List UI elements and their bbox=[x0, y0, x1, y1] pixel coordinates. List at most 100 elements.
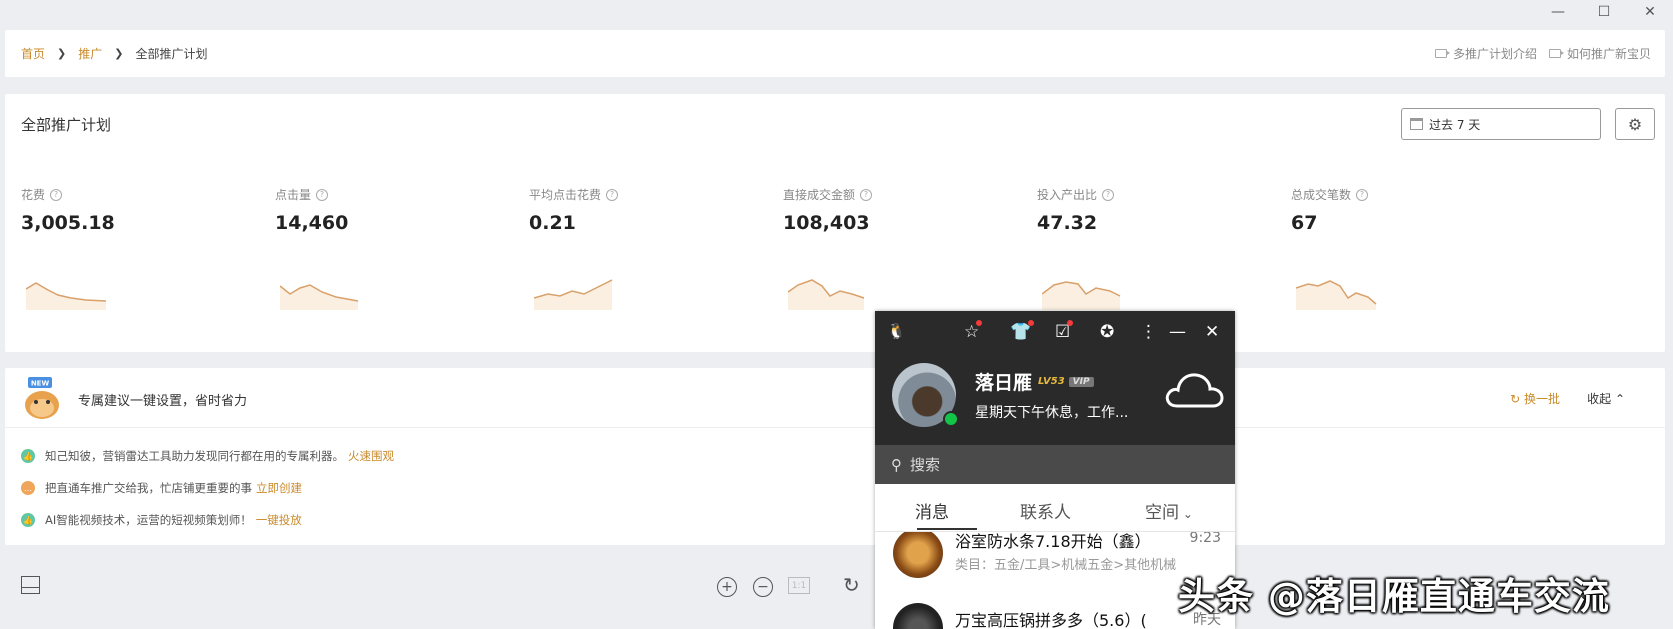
metric-spend: 花费? 3,005.18 bbox=[21, 186, 281, 234]
calendar-icon bbox=[1410, 118, 1423, 130]
maximize-icon[interactable]: ☐ bbox=[1581, 0, 1627, 24]
zoom-out-icon[interactable]: − bbox=[753, 577, 773, 597]
refresh-label: 换一批 bbox=[1523, 392, 1560, 406]
breadcrumb-current: 全部推广计划 bbox=[135, 47, 208, 61]
vip-badge: VIP bbox=[1068, 376, 1094, 387]
star-icon[interactable]: ☆ bbox=[964, 320, 983, 342]
suggestion-panel: NEW 专属建议一键设置，省时省力 ↻ 换一批 收起 ⌃ 👍 知己知彼，营销雷达… bbox=[5, 368, 1665, 545]
sparkline-spend bbox=[26, 282, 107, 310]
metric-avg-cpc: 平均点击花费? 0.21 bbox=[529, 186, 789, 234]
metric-value: 67 bbox=[1291, 212, 1318, 234]
metric-label: 总成交笔数 bbox=[1291, 188, 1352, 202]
avatar bbox=[893, 532, 943, 578]
help-icon[interactable]: ? bbox=[860, 188, 873, 201]
conversation-title: 万宝高压锅拼多多（5.6）( bbox=[955, 611, 1147, 629]
avatar bbox=[893, 603, 943, 629]
search-icon: ⚲ bbox=[891, 455, 902, 474]
metric-direct-gmv: 直接成交金额? 108,403 bbox=[783, 186, 1043, 234]
checklist-icon[interactable]: ☑ bbox=[1055, 320, 1074, 342]
suggestion-text: 知己知彼，营销雷达工具助力发现同行都在用的专属利器。 bbox=[45, 449, 344, 463]
minimize-icon[interactable]: — bbox=[1535, 0, 1581, 24]
metric-value: 3,005.18 bbox=[21, 212, 115, 234]
search-placeholder: 搜索 bbox=[910, 456, 941, 474]
suggestion-title: 专属建议一键设置，省时省力 bbox=[78, 394, 248, 409]
qq-tabs: 消息 联系人 空间 ⌄ bbox=[875, 484, 1235, 532]
svg-text:NEW: NEW bbox=[31, 380, 50, 388]
metric-label: 投入产出比 bbox=[1037, 188, 1098, 202]
watermark: 头条 @落日雁直通车交流 bbox=[1178, 575, 1610, 618]
suggestion-action-link[interactable]: 立即创建 bbox=[256, 480, 302, 496]
rotate-icon[interactable]: ↻ bbox=[843, 573, 860, 597]
help-link-new-item[interactable]: 如何推广新宝贝 bbox=[1548, 45, 1651, 62]
minimize-icon[interactable]: — bbox=[1169, 322, 1186, 342]
thumb-up-icon: 👍 bbox=[21, 449, 35, 463]
chevron-right-icon: ❯ bbox=[114, 47, 124, 60]
breadcrumb-bar: 首页 ❯ 推广 ❯ 全部推广计划 多推广计划介绍 如何推广新宝贝 bbox=[5, 30, 1665, 77]
metric-orders: 总成交笔数? 67 bbox=[1291, 186, 1551, 234]
refresh-button[interactable]: ↻ 换一批 bbox=[1510, 390, 1560, 407]
tab-space[interactable]: 空间 ⌄ bbox=[1145, 498, 1193, 523]
settings-button[interactable]: ⚙ bbox=[1615, 108, 1655, 140]
metric-value: 0.21 bbox=[529, 212, 576, 234]
date-range-value: 过去 7 天 bbox=[1429, 117, 1481, 132]
tab-messages[interactable]: 消息 bbox=[915, 498, 949, 523]
help-icon[interactable]: ? bbox=[316, 188, 329, 201]
close-icon[interactable]: ✕ bbox=[1205, 322, 1219, 342]
help-icon[interactable]: ? bbox=[606, 188, 619, 201]
conversation-time: 9:23 bbox=[1189, 532, 1221, 546]
sparkline-direct-gmv bbox=[788, 279, 865, 310]
zoom-in-icon[interactable]: + bbox=[717, 577, 737, 597]
sparkline-roi bbox=[1042, 281, 1121, 310]
cloud-icon[interactable] bbox=[1163, 368, 1225, 410]
qq-penguin-icon: 🐧 bbox=[887, 322, 906, 340]
layout-icon[interactable] bbox=[21, 576, 40, 594]
shirt-icon[interactable]: 👕 bbox=[1010, 320, 1035, 342]
date-range-picker[interactable]: 过去 7 天 bbox=[1401, 108, 1601, 140]
gear-icon: ⚙ bbox=[1627, 114, 1643, 134]
qq-search-bar[interactable]: ⚲ 搜索 bbox=[875, 445, 1235, 484]
help-icon[interactable]: ? bbox=[1356, 188, 1369, 201]
sparkline-orders bbox=[1296, 280, 1377, 310]
suggestion-item: … 把直通车推广交给我，忙店铺更重要的事 立即创建 bbox=[21, 480, 302, 496]
suggestion-action-link[interactable]: 一键投放 bbox=[256, 512, 302, 528]
metric-value: 108,403 bbox=[783, 212, 870, 234]
metric-label: 花费 bbox=[21, 188, 46, 202]
metric-value: 47.32 bbox=[1037, 212, 1098, 234]
collapse-button[interactable]: 收起 ⌃ bbox=[1587, 390, 1625, 407]
close-icon[interactable]: ✕ bbox=[1627, 0, 1673, 24]
actual-size-button[interactable]: 1:1 bbox=[788, 577, 810, 594]
thumb-up-icon: 👍 bbox=[21, 513, 35, 527]
chevron-right-icon: ❯ bbox=[57, 47, 67, 60]
help-link-multi-plan[interactable]: 多推广计划介绍 bbox=[1434, 45, 1537, 62]
suggestion-text: 把直通车推广交给我，忙店铺更重要的事 bbox=[45, 481, 252, 495]
help-icon[interactable]: ? bbox=[50, 188, 63, 201]
metric-clicks: 点击量? 14,460 bbox=[275, 186, 535, 234]
metric-label: 平均点击花费 bbox=[529, 188, 602, 202]
help-link-label: 如何推广新宝贝 bbox=[1566, 47, 1651, 61]
qq-signature[interactable]: 星期天下午休息，工作... bbox=[975, 402, 1128, 422]
online-status-icon bbox=[943, 411, 959, 427]
level-badge: LV53 bbox=[1038, 376, 1065, 387]
metric-value: 14,460 bbox=[275, 212, 349, 234]
help-link-label: 多推广计划介绍 bbox=[1452, 47, 1537, 61]
video-icon bbox=[1548, 49, 1564, 58]
more-icon[interactable]: ⋮ bbox=[1140, 322, 1157, 342]
tab-space-label: 空间 bbox=[1145, 503, 1179, 523]
collapse-label: 收起 bbox=[1587, 392, 1612, 406]
suggestion-item: 👍 知己知彼，营销雷达工具助力发现同行都在用的专属利器。 火速围观 bbox=[21, 448, 394, 464]
help-links: 多推广计划介绍 如何推广新宝贝 bbox=[1423, 30, 1651, 77]
conversation-title: 浴室防水条7.18开始（鑫） bbox=[955, 532, 1151, 551]
tab-contacts[interactable]: 联系人 bbox=[1020, 498, 1071, 523]
suggestion-action-link[interactable]: 火速围观 bbox=[348, 448, 394, 464]
medal-icon[interactable]: ✪ bbox=[1100, 322, 1114, 342]
video-icon bbox=[1434, 49, 1450, 58]
breadcrumb-promote[interactable]: 推广 bbox=[78, 45, 102, 62]
breadcrumb-home[interactable]: 首页 bbox=[21, 45, 45, 62]
page-title: 全部推广计划 bbox=[21, 116, 112, 134]
metric-label: 直接成交金额 bbox=[783, 188, 856, 202]
nickname-text: 落日雁 bbox=[975, 372, 1033, 394]
window-controls: — ☐ ✕ bbox=[1535, 0, 1673, 24]
help-icon[interactable]: ? bbox=[1102, 188, 1115, 201]
metric-label: 点击量 bbox=[275, 188, 312, 202]
breadcrumb: 首页 ❯ 推广 ❯ 全部推广计划 bbox=[21, 30, 207, 77]
